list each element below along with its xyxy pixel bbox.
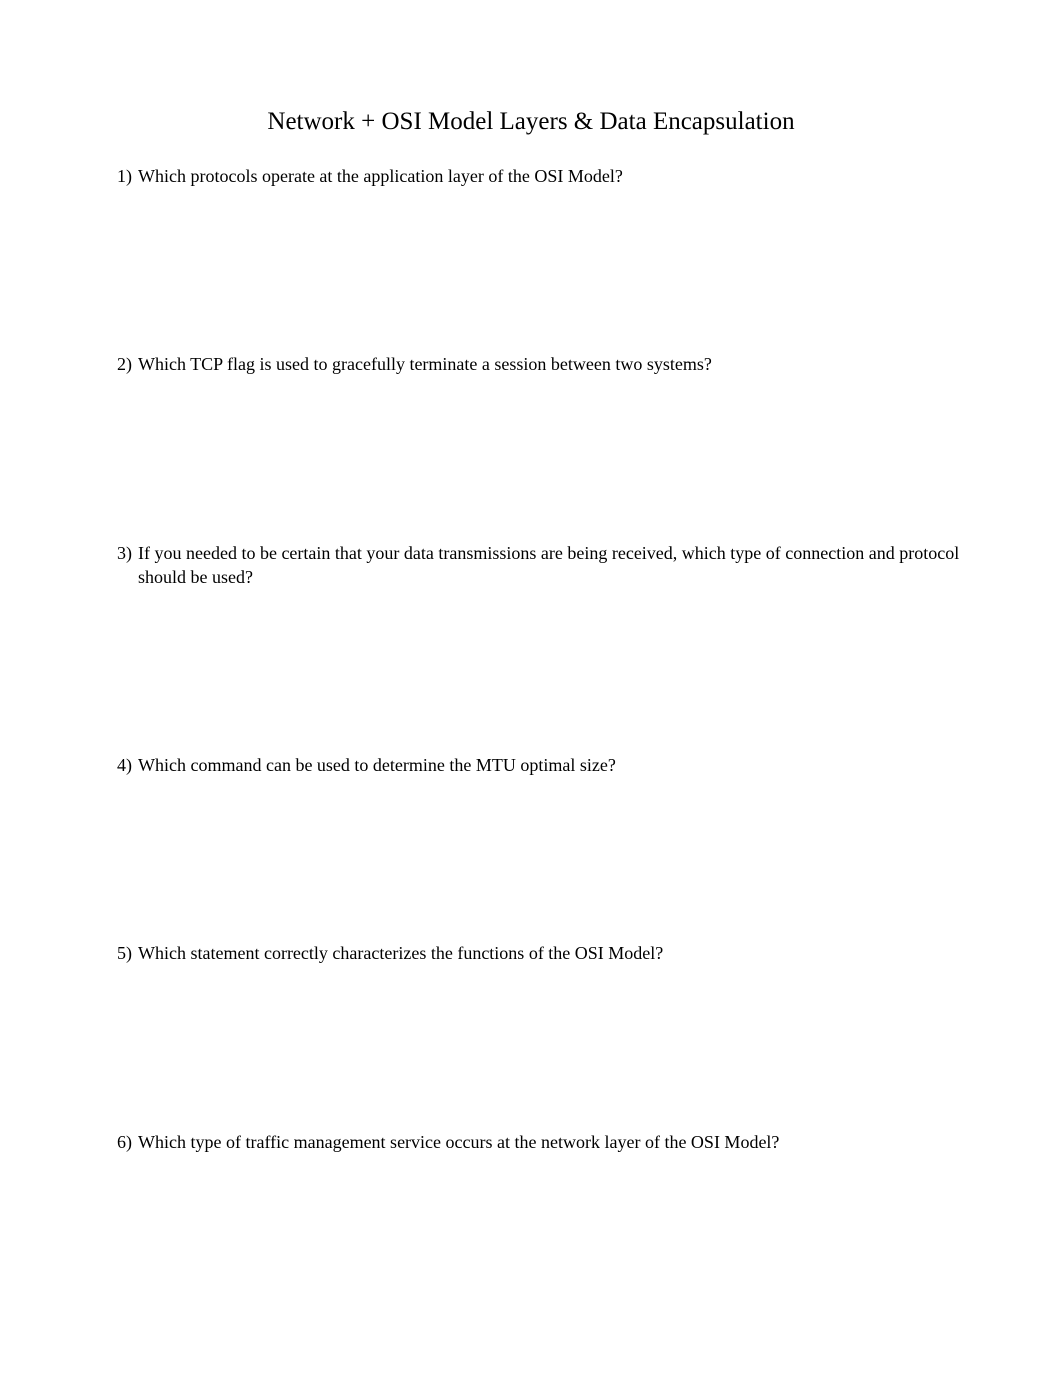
- question-item: 3) If you needed to be certain that your…: [114, 541, 972, 590]
- questions-list: 1) Which protocols operate at the applic…: [90, 164, 972, 1154]
- question-text: Which TCP flag is used to gracefully ter…: [138, 352, 972, 376]
- question-number: 4): [114, 753, 138, 777]
- question-item: 2) Which TCP flag is used to gracefully …: [114, 352, 972, 376]
- question-number: 1): [114, 164, 138, 188]
- question-text: Which type of traffic management service…: [138, 1130, 972, 1154]
- question-text: Which statement correctly characterizes …: [138, 941, 972, 965]
- question-item: 1) Which protocols operate at the applic…: [114, 164, 972, 188]
- question-number: 5): [114, 941, 138, 965]
- question-number: 2): [114, 352, 138, 376]
- question-number: 3): [114, 541, 138, 590]
- question-text: Which command can be used to determine t…: [138, 753, 972, 777]
- page-title: Network + OSI Model Layers & Data Encaps…: [90, 108, 972, 136]
- question-text: If you needed to be certain that your da…: [138, 541, 972, 590]
- question-item: 6) Which type of traffic management serv…: [114, 1130, 972, 1154]
- question-item: 5) Which statement correctly characteriz…: [114, 941, 972, 965]
- question-text: Which protocols operate at the applicati…: [138, 164, 972, 188]
- question-item: 4) Which command can be used to determin…: [114, 753, 972, 777]
- question-number: 6): [114, 1130, 138, 1154]
